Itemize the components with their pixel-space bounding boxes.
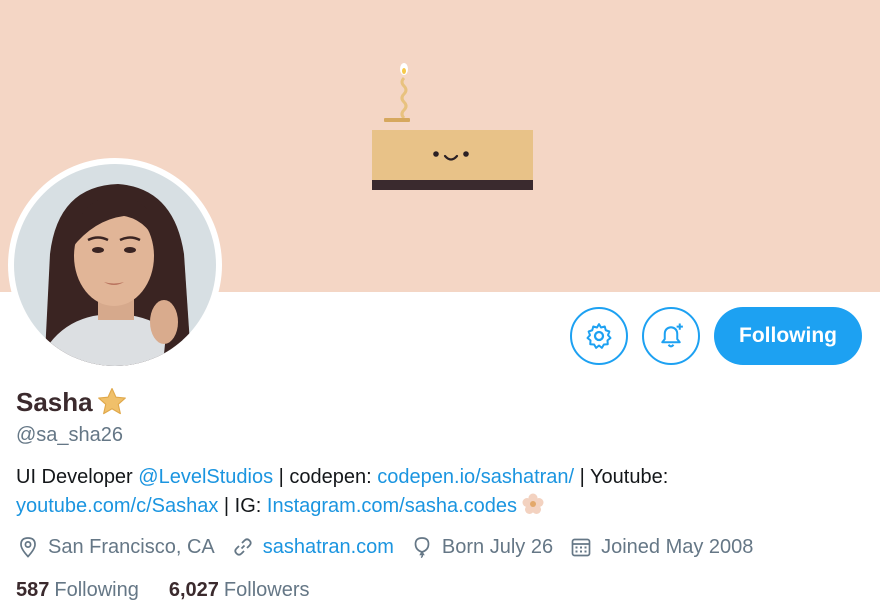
birthday-item: Born July 26 [410, 535, 553, 559]
bio-mention-link[interactable]: @LevelStudios [138, 466, 273, 488]
location-item: San Francisco, CA [16, 535, 215, 559]
following-count-value: 587 [16, 579, 50, 601]
gear-icon [586, 323, 612, 349]
bio-youtube-link[interactable]: youtube.com/c/Sashax [16, 495, 218, 517]
profile-name-row: Sasha [16, 385, 129, 419]
bell-plus-icon [661, 323, 683, 348]
location-pin-icon [20, 537, 36, 558]
bio-text: | Youtube: [574, 466, 669, 488]
birthday-text: Born July 26 [441, 535, 554, 558]
location-text: San Francisco, CA [48, 535, 215, 558]
followers-count[interactable]: 6,027 Followers [169, 579, 310, 602]
notifications-button[interactable] [642, 307, 700, 365]
website-link[interactable]: sashatran.com [263, 536, 394, 559]
display-name: Sasha [16, 386, 93, 417]
bio-instagram-link[interactable]: Instagram.com/sasha.codes [267, 495, 517, 517]
followers-count-value: 6,027 [168, 579, 219, 601]
profile-bio: UI Developer @LevelStudios | codepen: co… [16, 463, 866, 521]
following-count[interactable]: 587 Following [16, 579, 139, 602]
balloon-icon [414, 537, 430, 559]
profile-actions: Following [570, 307, 862, 365]
following-count-label: Following [54, 579, 139, 601]
joined-item: Joined May 2008 [569, 535, 753, 559]
profile-counts: 587 Following 6,027 Followers [16, 579, 340, 602]
bio-text: UI Developer [16, 466, 139, 488]
followers-count-label: Followers [223, 579, 310, 601]
bio-text: | IG: [218, 495, 267, 517]
profile-meta: San Francisco, CA sashatran.com Born Jul… [16, 535, 769, 559]
following-button[interactable]: Following [714, 307, 862, 365]
calendar-icon [571, 538, 591, 557]
link-icon [234, 538, 252, 556]
blossom-emoji-icon [522, 493, 544, 514]
bio-codepen-link[interactable]: codepen.io/sashatran/ [377, 466, 574, 488]
joined-text: Joined May 2008 [601, 535, 754, 558]
star-emoji-icon [97, 387, 126, 415]
bio-text: | codepen: [273, 466, 378, 488]
avatar[interactable] [8, 158, 222, 372]
profile-handle: @sa_sha26 [16, 424, 124, 446]
settings-button[interactable] [570, 307, 628, 365]
birthday-cake-illustration [364, 60, 544, 200]
website-item: sashatran.com [231, 535, 394, 559]
